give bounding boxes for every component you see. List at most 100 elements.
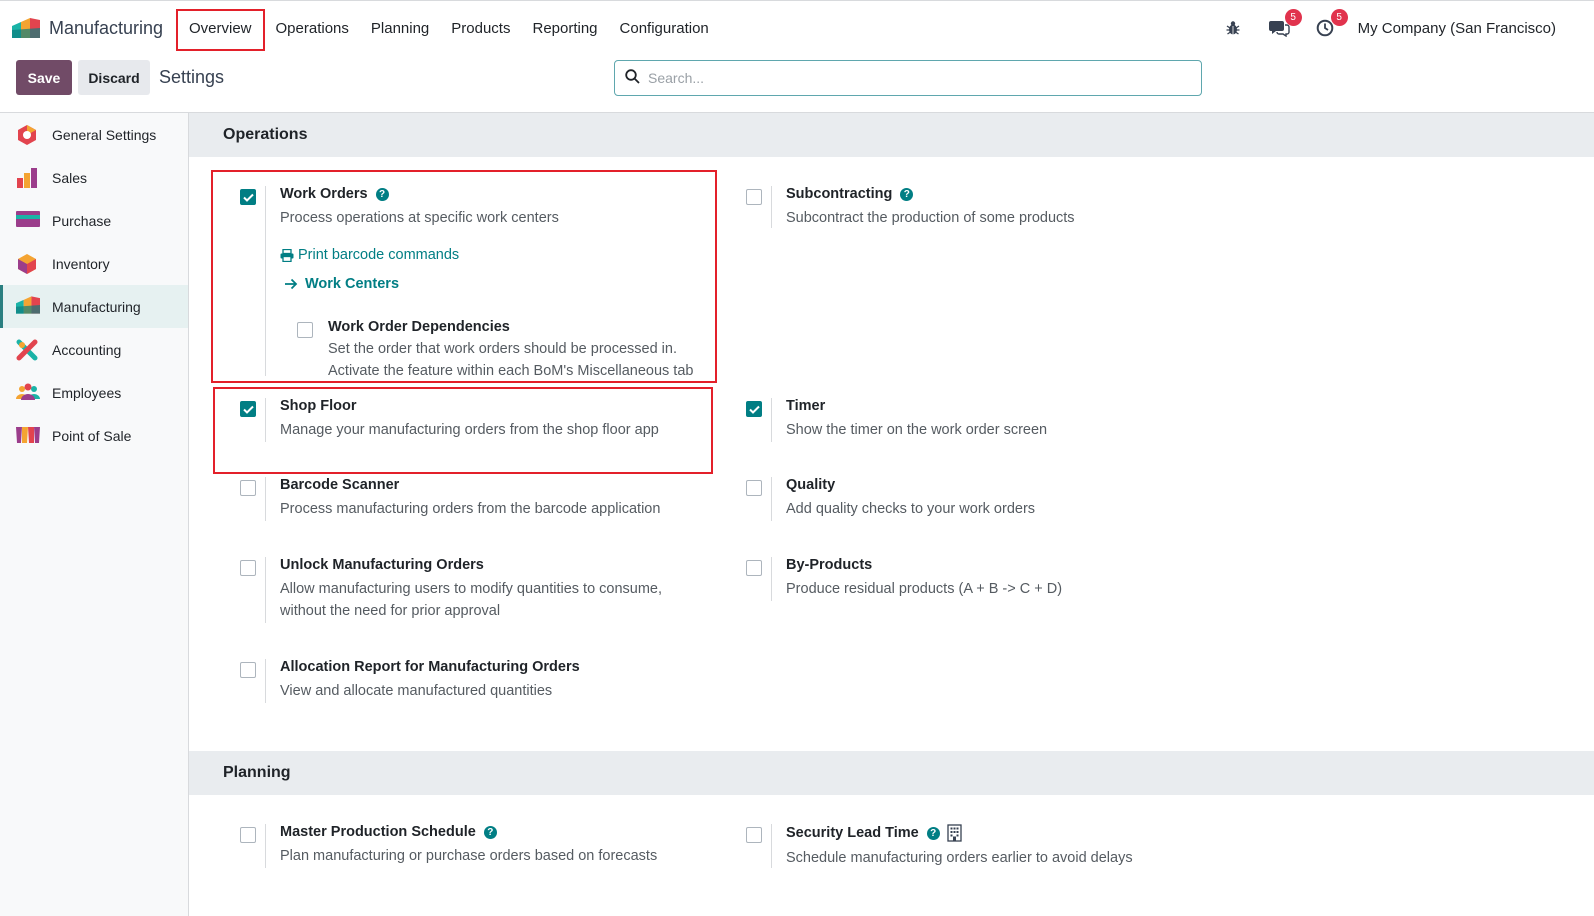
help-icon[interactable]: ? [483, 825, 497, 839]
sidebar-item-sales[interactable]: Sales [0, 156, 188, 199]
subcontracting-checkbox[interactable] [746, 189, 762, 205]
setting-divider [265, 824, 266, 868]
sidebar-item-manufacturing[interactable]: Manufacturing [0, 285, 188, 328]
section-operations-header: Operations [189, 113, 1594, 157]
sidebar-item-label: Point of Sale [52, 427, 132, 444]
menu-overview[interactable]: Overview [176, 9, 265, 51]
menu-configuration[interactable]: Configuration [609, 9, 720, 51]
subcontracting-desc: Subcontract the production of some produ… [786, 210, 1075, 226]
help-icon[interactable]: ? [375, 187, 389, 201]
setting-title: Security Lead Time ? [786, 824, 1133, 842]
setting-divider [265, 557, 266, 623]
menu-products[interactable]: Products [440, 9, 521, 51]
settings-sidebar: General Settings Sales Purchase Inventor… [0, 113, 189, 916]
setting-body: Quality Add quality checks to your work … [786, 477, 1035, 520]
setting-body: Work Orders ? Process operations at spec… [280, 186, 559, 292]
sidebar-item-label: Accounting [52, 341, 122, 358]
allocation-desc: View and allocate manufactured quantitie… [280, 683, 553, 699]
setting-security-lead-time: Security Lead Time ? Schedule manufactur… [746, 824, 1166, 868]
activities-badge: 5 [1330, 9, 1348, 26]
unlock-desc-line2: without the need for prior approval [280, 603, 501, 619]
company-switcher[interactable]: My Company (San Francisco) [1358, 20, 1556, 37]
barcode-scanner-title: Barcode Scanner [280, 477, 400, 493]
work-centers-link[interactable]: Work Centers [280, 276, 559, 292]
sidebar-item-label: Manufacturing [52, 298, 141, 315]
lead-time-title: Security Lead Time [786, 825, 919, 841]
setting-work-orders: Work Orders ? Process operations at spec… [240, 186, 710, 379]
sidebar-item-employees[interactable]: Employees [0, 371, 188, 414]
work-centers-label: Work Centers [305, 276, 400, 292]
setting-body: Shop Floor Manage your manufacturing ord… [280, 398, 659, 441]
mps-checkbox[interactable] [240, 827, 256, 843]
sales-icon [16, 167, 40, 189]
byproducts-title: By-Products [786, 557, 873, 573]
timer-title: Timer [786, 398, 826, 414]
timer-checkbox[interactable] [746, 401, 762, 417]
setting-body: By-Products Produce residual products (A… [786, 557, 1062, 600]
general-settings-icon [16, 124, 40, 146]
sidebar-item-general-settings[interactable]: General Settings [0, 113, 188, 156]
unlock-checkbox[interactable] [240, 560, 256, 576]
app-brand[interactable]: Manufacturing [12, 13, 163, 43]
sidebar-item-label: Sales [52, 169, 88, 186]
print-barcode-label: Print barcode commands [298, 247, 460, 263]
setting-divider [771, 477, 772, 521]
menu-reporting[interactable]: Reporting [521, 9, 608, 51]
discard-button[interactable]: Discard [78, 60, 150, 95]
unlock-title: Unlock Manufacturing Orders [280, 557, 484, 573]
print-barcode-link[interactable]: Print barcode commands [280, 247, 559, 263]
setting-title: Subcontracting ? [786, 186, 1075, 202]
clock-icon[interactable]: 5 [1312, 9, 1348, 41]
sidebar-item-purchase[interactable]: Purchase [0, 199, 188, 242]
messages-badge: 5 [1284, 9, 1302, 26]
setting-body: Timer Show the timer on the work order s… [786, 398, 1047, 441]
setting-barcode-scanner: Barcode Scanner Process manufacturing or… [240, 477, 720, 521]
setting-body: Unlock Manufacturing Orders Allow manufa… [280, 557, 662, 622]
setting-master-production-schedule: Master Production Schedule ? Plan manufa… [240, 824, 720, 868]
search-input[interactable] [648, 70, 1168, 86]
sidebar-item-point-of-sale[interactable]: Point of Sale [0, 414, 188, 457]
top-navbar: Manufacturing Overview Operations Planni… [0, 0, 1594, 54]
point-of-sale-icon [16, 425, 40, 447]
quality-desc: Add quality checks to your work orders [786, 501, 1036, 517]
setting-allocation-report: Allocation Report for Manufacturing Orde… [240, 659, 720, 703]
sidebar-item-label: Inventory [52, 255, 110, 272]
shop-floor-checkbox[interactable] [240, 401, 256, 417]
sidebar-item-inventory[interactable]: Inventory [0, 242, 188, 285]
menu-planning[interactable]: Planning [360, 9, 440, 51]
mps-title: Master Production Schedule [280, 824, 476, 840]
app-name: Manufacturing [49, 17, 164, 38]
sidebar-item-label: General Settings [52, 126, 157, 143]
bug-icon[interactable] [1220, 15, 1246, 41]
messages-icon[interactable]: 5 [1266, 9, 1302, 41]
byproducts-desc: Produce residual products (A + B -> C + … [786, 581, 1063, 597]
setting-body: Work Order Dependencies Set the order th… [328, 319, 693, 382]
purchase-icon [16, 210, 40, 232]
quality-checkbox[interactable] [746, 480, 762, 496]
allocation-checkbox[interactable] [240, 662, 256, 678]
shop-floor-title: Shop Floor [280, 398, 357, 414]
work-orders-checkbox[interactable] [240, 189, 256, 205]
setting-body: Master Production Schedule ? Plan manufa… [280, 824, 657, 867]
barcode-scanner-checkbox[interactable] [240, 480, 256, 496]
save-button[interactable]: Save [16, 60, 72, 95]
setting-body: Security Lead Time ? Schedule manufactur… [786, 824, 1133, 869]
setting-title: Master Production Schedule ? [280, 824, 657, 840]
employees-icon [16, 382, 40, 404]
menu-operations[interactable]: Operations [265, 9, 360, 51]
setting-divider [265, 659, 266, 703]
setting-divider [771, 398, 772, 442]
barcode-scanner-desc: Process manufacturing orders from the ba… [280, 501, 661, 517]
help-icon[interactable]: ? [900, 187, 914, 201]
setting-divider [771, 186, 772, 228]
unlock-desc: Allow manufacturing users to modify quan… [280, 578, 662, 622]
dependencies-checkbox[interactable] [297, 322, 313, 338]
shop-floor-desc: Manage your manufacturing orders from th… [280, 422, 659, 438]
accounting-icon [16, 339, 40, 361]
setting-body: Subcontracting ? Subcontract the product… [786, 186, 1075, 229]
lead-time-checkbox[interactable] [746, 827, 762, 843]
byproducts-checkbox[interactable] [746, 560, 762, 576]
search-bar[interactable] [614, 60, 1202, 96]
help-icon[interactable]: ? [926, 826, 940, 840]
sidebar-item-accounting[interactable]: Accounting [0, 328, 188, 371]
